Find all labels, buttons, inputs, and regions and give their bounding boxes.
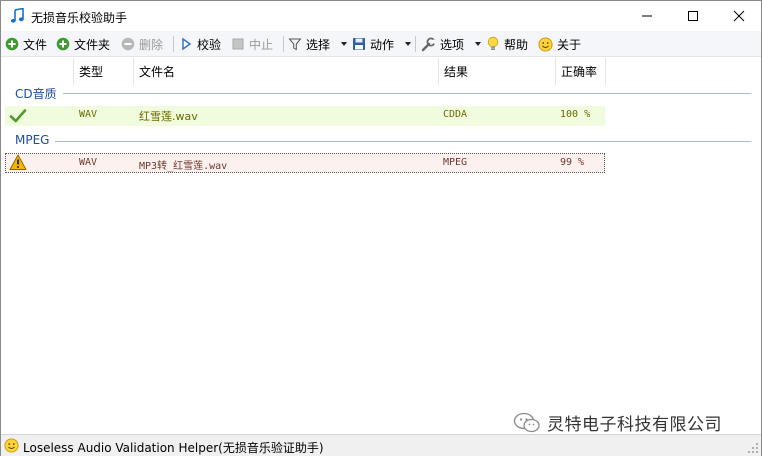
add-folder-button[interactable]: 文件夹 [56, 33, 110, 55]
about-label: 关于 [557, 37, 582, 52]
add-icon [56, 37, 70, 51]
warning-icon [9, 154, 27, 172]
minimize-button[interactable] [624, 1, 670, 31]
status-bar: Loseless Audio Validation Helper(无损音乐验证助… [1, 434, 761, 456]
stop-button[interactable]: 中止 [231, 33, 273, 55]
toolbar: 文件 文件夹 删除 校验 中止 选择 动作 选项 帮助 关于 [1, 31, 761, 57]
options-dropdown-button[interactable]: 选项 [421, 33, 464, 55]
music-note-icon [10, 7, 26, 24]
window-title: 无损音乐校验助手 [31, 11, 128, 25]
app-window: 无损音乐校验助手 文件 文件夹 删除 校验 中止 选择 动作 选项 帮助 关于 … [0, 0, 762, 456]
stop-label: 中止 [249, 37, 274, 52]
help-label: 帮助 [504, 37, 529, 52]
lightbulb-icon [487, 36, 499, 50]
table-row[interactable]: WAV MP3转_红雪莲.wav MPEG 99 % [5, 153, 605, 173]
delete-button[interactable]: 删除 [121, 33, 163, 55]
about-button[interactable]: 关于 [538, 33, 581, 55]
smiley-icon [538, 36, 553, 52]
select-dropdown-arrow-icon[interactable] [341, 42, 347, 46]
cell-result: MPEG [443, 157, 468, 168]
delete-label: 删除 [139, 37, 164, 52]
wechat-icon [513, 412, 540, 432]
group-divider-line [55, 141, 751, 142]
verify-button[interactable]: 校验 [179, 33, 221, 55]
action-dropdown-arrow-icon[interactable] [405, 42, 411, 46]
toolbar-separator [283, 36, 284, 52]
table-row[interactable]: WAV 红雪莲.wav CDDA 100 % [5, 106, 605, 126]
action-dropdown-button[interactable]: 动作 [352, 33, 394, 55]
add-file-button[interactable]: 文件 [5, 33, 47, 55]
cell-accuracy: 99 % [560, 157, 585, 168]
column-header-type[interactable]: 类型 [73, 58, 133, 85]
column-header-result[interactable]: 结果 [438, 58, 555, 85]
file-list[interactable]: 类型 文件名 结果 正确率 CD音质 WAV 红雪莲.wav CDDA 100 … [1, 58, 761, 435]
play-icon [182, 37, 192, 51]
resize-grip-icon[interactable] [748, 443, 759, 454]
verify-label: 校验 [197, 37, 222, 52]
close-button[interactable] [716, 1, 762, 31]
options-dropdown-arrow-icon[interactable] [475, 42, 481, 46]
add-icon [5, 37, 19, 51]
column-header-filename[interactable]: 文件名 [133, 58, 438, 85]
help-button[interactable]: 帮助 [486, 33, 528, 55]
cell-type: WAV [79, 109, 98, 120]
cell-result: CDDA [443, 109, 468, 120]
add-folder-label: 文件夹 [74, 37, 111, 52]
watermark: 灵特电子科技有限公司 [513, 410, 722, 435]
group-title-cd-quality[interactable]: CD音质 [15, 85, 57, 102]
toolbar-separator [173, 36, 174, 52]
column-header-accuracy[interactable]: 正确率 [555, 58, 605, 85]
save-icon [353, 38, 365, 50]
column-divider[interactable] [605, 58, 606, 85]
filter-icon [288, 38, 302, 51]
group-title-mpeg[interactable]: MPEG [15, 133, 49, 147]
cell-filename: 红雪莲.wav [139, 110, 198, 123]
maximize-button[interactable] [670, 1, 716, 31]
cell-filename: MP3转_红雪莲.wav [139, 161, 228, 172]
options-label: 选项 [440, 37, 465, 52]
check-icon [9, 107, 27, 125]
select-dropdown-button[interactable]: 选择 [288, 33, 330, 55]
wrench-icon [421, 37, 436, 51]
toolbar-separator [415, 36, 416, 52]
remove-icon [121, 37, 135, 51]
stop-icon [232, 38, 244, 50]
group-divider-line [63, 93, 751, 94]
cell-type: WAV [79, 157, 98, 168]
add-file-label: 文件 [23, 37, 48, 52]
status-text: Loseless Audio Validation Helper(无损音乐验证助… [23, 441, 324, 455]
title-bar[interactable]: 无损音乐校验助手 [1, 1, 761, 31]
smiley-icon [4, 438, 19, 456]
cell-accuracy: 100 % [560, 109, 591, 120]
watermark-text: 灵特电子科技有限公司 [547, 415, 722, 435]
select-label: 选择 [306, 37, 331, 52]
action-label: 动作 [370, 37, 395, 52]
